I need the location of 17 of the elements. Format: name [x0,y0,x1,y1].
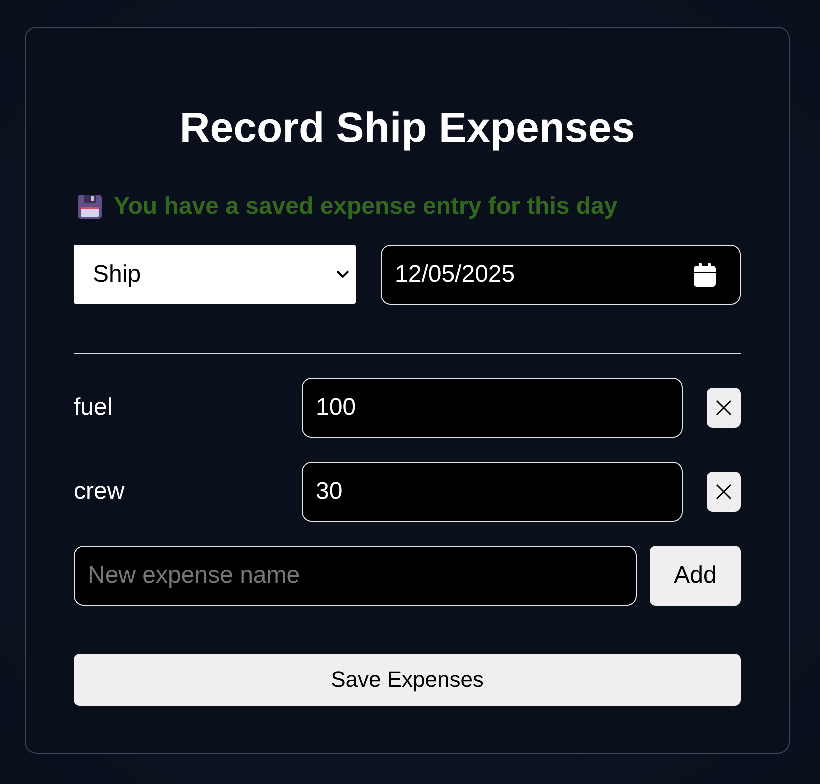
chevron-down-icon [336,270,350,279]
expense-label: crew [74,478,125,506]
type-dropdown[interactable]: Ship [74,245,356,304]
expense-name-field[interactable]: New expense name [74,546,637,606]
add-button[interactable]: Add [650,546,741,606]
calendar-icon[interactable] [694,263,716,287]
close-icon [716,400,732,416]
saved-entry-notice: You have a saved expense entry for this day [114,193,618,221]
save-button[interactable]: Save Expenses [74,654,741,706]
remove-button[interactable] [707,388,741,428]
date-field[interactable]: 12/05/2025 [381,245,741,305]
close-icon [716,484,732,500]
remove-button[interactable] [707,472,741,512]
amount-field[interactable]: 100 [302,378,683,438]
amount-field[interactable]: 30 [302,462,683,522]
expense-label: fuel [74,394,113,422]
form-title: Record Ship Expenses [178,104,636,152]
